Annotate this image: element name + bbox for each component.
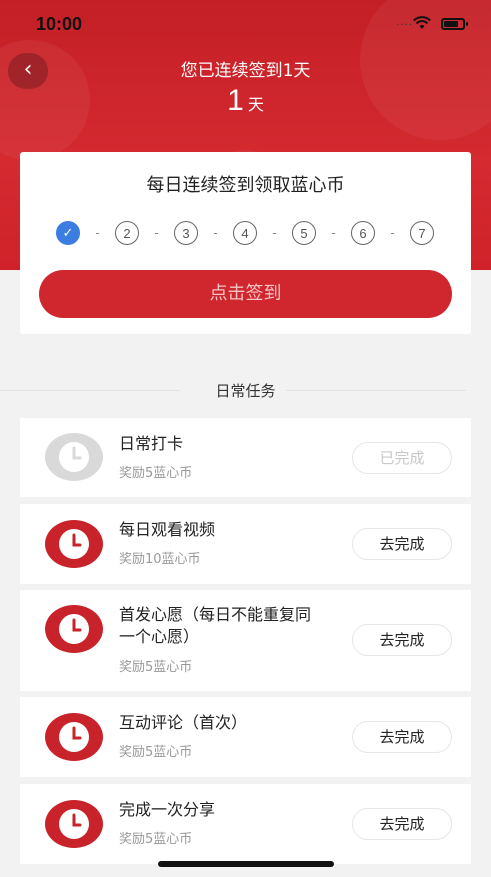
status-bar: 10:00 .... — [0, 0, 491, 48]
step-day: 2 — [115, 221, 139, 245]
task-reward: 奖励5蓝心币 — [119, 660, 193, 675]
step-day: 3 — [174, 221, 198, 245]
home-indicator — [158, 861, 334, 867]
task-completed-button[interactable]: 已完成 — [352, 442, 452, 474]
divider — [286, 390, 466, 391]
task-item: 首发心愿（每日不能重复同 一个心愿） 奖励5蓝心币 去完成 — [20, 590, 471, 691]
task-item: 每日观看视频 奖励10蓝心币 去完成 — [20, 504, 471, 584]
clock-icon — [44, 432, 104, 482]
sign-in-button[interactable]: 点击签到 — [39, 270, 452, 318]
streak-days-unit: 天 — [247, 95, 264, 114]
task-go-button[interactable]: 去完成 — [352, 721, 452, 753]
task-name: 互动评论（首次） — [119, 713, 248, 732]
clock-icon — [44, 604, 104, 654]
step-separator: - — [272, 226, 277, 240]
step-separator: - — [331, 226, 336, 240]
task-reward: 奖励5蓝心币 — [119, 466, 193, 481]
streak-days: 1天 — [0, 84, 491, 118]
battery-icon — [441, 18, 468, 30]
section-header: 日常任务 — [0, 378, 491, 404]
streak-days-number: 1 — [227, 84, 244, 117]
task-reward: 奖励5蓝心币 — [119, 745, 193, 760]
sign-in-card-title: 每日连续签到领取蓝心币 — [146, 175, 345, 196]
task-reward: 奖励5蓝心币 — [119, 832, 193, 847]
status-time: 10:00 — [36, 14, 83, 34]
task-name-line: 首发心愿（每日不能重复同 — [119, 605, 312, 624]
task-name-line: 一个心愿） — [119, 627, 200, 646]
step-day: 6 — [351, 221, 375, 245]
step-day: 7 — [410, 221, 434, 245]
clock-icon — [44, 519, 104, 569]
task-go-button[interactable]: 去完成 — [352, 528, 452, 560]
task-name: 首发心愿（每日不能重复同 一个心愿） — [119, 604, 311, 648]
task-name: 每日观看视频 — [119, 520, 216, 539]
task-name: 完成一次分享 — [119, 800, 216, 819]
step-day: 5 — [292, 221, 316, 245]
task-go-button[interactable]: 去完成 — [352, 808, 452, 840]
task-name: 日常打卡 — [119, 434, 184, 453]
signal-icon: .... — [396, 17, 413, 28]
clock-icon — [44, 799, 104, 849]
step-separator: - — [213, 226, 218, 240]
page-title: 您已连续签到1天 — [180, 61, 311, 81]
step-check-icon: ✓ — [56, 221, 80, 245]
step-separator: - — [154, 226, 159, 240]
task-reward: 奖励10蓝心币 — [119, 552, 201, 567]
sign-in-card: 每日连续签到领取蓝心币 ✓ - 2 - 3 - 4 - 5 - 6 - 7 点击签到 — [20, 152, 471, 334]
step-separator: - — [390, 226, 395, 240]
task-item: 日常打卡 奖励5蓝心币 已完成 — [20, 418, 471, 497]
task-item: 互动评论（首次） 奖励5蓝心币 去完成 — [20, 697, 471, 777]
sign-in-steps: ✓ - 2 - 3 - 4 - 5 - 6 - 7 — [56, 221, 434, 245]
task-go-button[interactable]: 去完成 — [352, 624, 452, 656]
task-item: 完成一次分享 奖励5蓝心币 去完成 — [20, 784, 471, 864]
step-day: 4 — [233, 221, 257, 245]
wifi-icon — [413, 15, 431, 34]
clock-icon — [44, 712, 104, 762]
step-separator: - — [95, 226, 100, 240]
